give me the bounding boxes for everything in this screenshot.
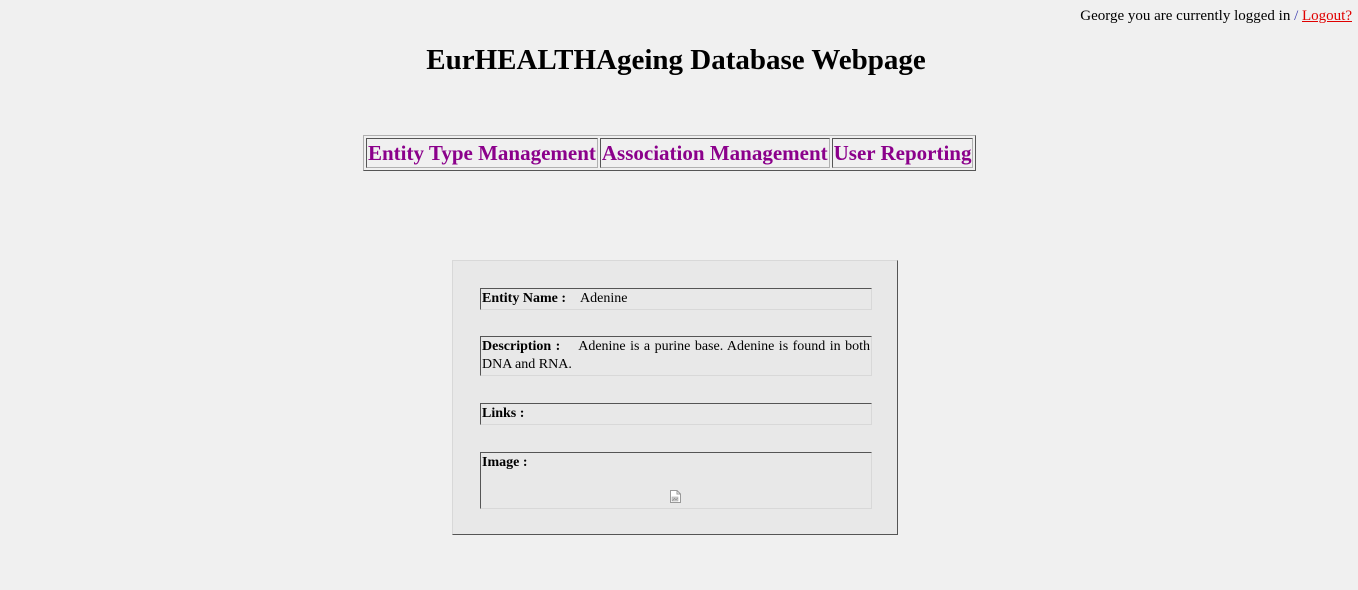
entity-name-field: Entity Name : Adenine [480,288,872,310]
nav-cell-entity-type-management: Entity Type Management [366,138,598,168]
page-title: EurHEALTHAgeing Database Webpage [426,44,926,76]
description-field: Description : Adenine is a purine base. … [480,336,872,376]
links-field: Links : [480,403,872,425]
login-status-text: George you are currently logged in [1080,8,1291,24]
main-nav: Entity Type Management Association Manag… [363,135,977,171]
entity-detail-panel: Entity Name : Adenine Description : Aden… [452,260,898,535]
entity-name-value: Adenine [580,291,628,306]
links-label: Links : [482,406,525,421]
nav-cell-association-management: Association Management [599,138,830,168]
description-label: Description : [482,339,561,354]
image-field: Image : [480,452,872,509]
nav-link-entity-type-management[interactable]: Entity Type Management [368,141,596,165]
broken-image-icon [670,490,681,503]
entity-name-label: Entity Name : [482,291,566,306]
nav-cell-user-reporting: User Reporting [831,138,974,168]
login-status: George you are currently logged in / Log… [1080,8,1352,25]
image-label: Image : [482,455,528,470]
nav-link-association-management[interactable]: Association Management [602,141,828,165]
logout-link[interactable]: Logout? [1302,8,1352,24]
nav-link-user-reporting[interactable]: User Reporting [834,141,972,165]
login-separator: / [1294,8,1299,24]
